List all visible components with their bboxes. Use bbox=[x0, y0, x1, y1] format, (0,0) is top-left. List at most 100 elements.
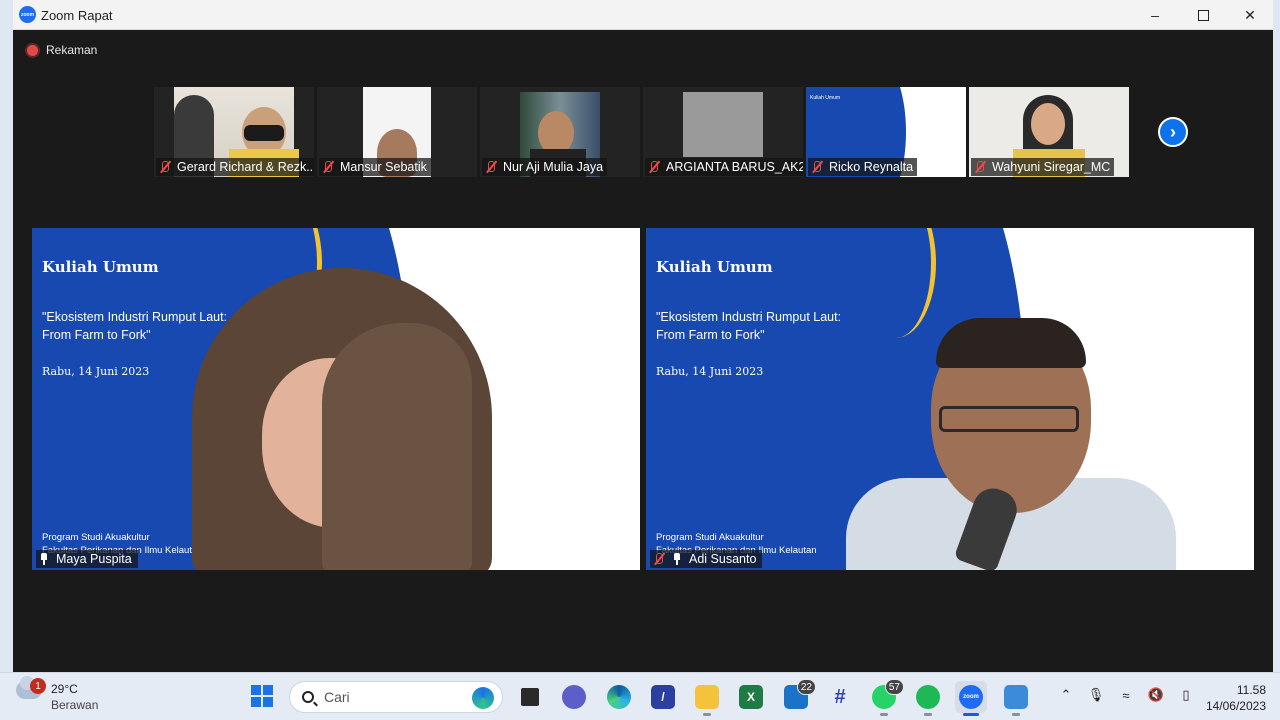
person-hair-side bbox=[322, 323, 472, 570]
mic-muted-icon bbox=[158, 160, 172, 174]
participant-thumbnail[interactable]: Gerard Richard & Rezk... bbox=[154, 87, 314, 177]
zoom-window: zoom Zoom Rapat – ✕ Rekaman Gerard Richa… bbox=[13, 0, 1273, 672]
running-indicator bbox=[963, 713, 979, 716]
slide-mini-title: Kuliah Umum bbox=[810, 95, 841, 101]
minimize-button[interactable]: – bbox=[1132, 0, 1178, 30]
participant-thumbnail[interactable]: ARGIANTA BARUS_AK20 bbox=[643, 87, 803, 177]
title-bar: zoom Zoom Rapat – ✕ bbox=[13, 0, 1273, 30]
running-indicator bbox=[880, 713, 888, 716]
participant-name: Adi Susanto bbox=[689, 552, 757, 566]
participant-name: Nur Aji Mulia Jaya bbox=[503, 160, 604, 174]
speaker-muted-icon[interactable]: 🔇 bbox=[1148, 687, 1164, 703]
start-button[interactable] bbox=[251, 685, 273, 707]
mic-muted-icon bbox=[647, 160, 661, 174]
mail-badge: 22 bbox=[796, 679, 816, 695]
photos-icon bbox=[1004, 685, 1028, 709]
mic-muted-icon bbox=[973, 160, 987, 174]
clock-time: 11.58 bbox=[1236, 683, 1266, 697]
whatsapp-badge: 57 bbox=[884, 679, 904, 695]
participant-thumbnail[interactable]: Wahyuni Siregar_MC bbox=[969, 87, 1129, 177]
participant-thumbnail[interactable]: Mansur Sebatik bbox=[317, 87, 477, 177]
participant-name-tag: ARGIANTA BARUS_AK20 bbox=[645, 158, 803, 176]
participant-name-tag: Wahyuni Siregar_MC bbox=[971, 158, 1115, 176]
microphone-icon[interactable]: 🎙 bbox=[1088, 687, 1105, 703]
pin-icon bbox=[671, 553, 683, 565]
search-icon bbox=[302, 691, 314, 703]
participant-name-tag: Maya Puspita bbox=[36, 550, 138, 568]
app-button[interactable]: / bbox=[647, 681, 679, 713]
edge-button[interactable] bbox=[603, 681, 635, 713]
chat-icon bbox=[562, 685, 586, 709]
window-title: Zoom Rapat bbox=[41, 8, 113, 23]
running-indicator bbox=[1012, 713, 1020, 716]
system-tray: ⌃ 🎙 ≈ 🔇 ▯ bbox=[1058, 687, 1194, 703]
participant-name: Gerard Richard & Rezk... bbox=[177, 160, 314, 174]
photos-button[interactable] bbox=[1000, 681, 1032, 716]
participant-name: Wahyuni Siregar_MC bbox=[992, 160, 1111, 174]
zoom-button[interactable]: zoom bbox=[955, 681, 987, 716]
pen-app-icon: / bbox=[651, 685, 675, 709]
whatsapp-button[interactable]: 57 bbox=[868, 679, 904, 716]
slide-subtitle: "Ekosistem Industri Rumput Laut: From Fa… bbox=[656, 310, 842, 342]
program-line: Program Studi Akuakultur bbox=[656, 532, 764, 543]
slide-title: Kuliah Umum bbox=[656, 258, 773, 276]
participant-name: Maya Puspita bbox=[56, 552, 132, 566]
participant-name-tag: Gerard Richard & Rezk... bbox=[156, 158, 314, 176]
edge-icon bbox=[607, 685, 631, 709]
mic-muted-icon bbox=[484, 160, 498, 174]
folder-icon bbox=[695, 685, 719, 709]
weather-description: Berawan bbox=[51, 698, 99, 712]
mic-muted-icon bbox=[321, 160, 335, 174]
zoom-icon: zoom bbox=[959, 685, 983, 709]
running-indicator bbox=[924, 713, 932, 716]
maximize-button[interactable] bbox=[1180, 0, 1226, 30]
spotify-icon bbox=[916, 685, 940, 709]
bing-icon[interactable] bbox=[472, 687, 494, 709]
main-video-tile[interactable]: Kuliah Umum "Ekosistem Industri Rumput L… bbox=[646, 228, 1254, 570]
close-button[interactable]: ✕ bbox=[1227, 0, 1273, 30]
main-video-tile[interactable]: Kuliah Umum "Ekosistem Industri Rumput L… bbox=[32, 228, 640, 570]
app-button[interactable]: # bbox=[824, 681, 856, 713]
taskbar-search[interactable]: Cari bbox=[289, 681, 503, 713]
participant-name-tag: Nur Aji Mulia Jaya bbox=[482, 158, 608, 176]
person-hair bbox=[936, 318, 1086, 368]
mic-muted-icon bbox=[652, 552, 666, 566]
chevron-up-icon[interactable]: ⌃ bbox=[1058, 687, 1074, 703]
face-mask bbox=[244, 125, 284, 141]
participant-thumbnail-strip: Gerard Richard & Rezk... Mansur Sebatik … bbox=[154, 87, 1134, 177]
recording-label: Rekaman bbox=[46, 43, 98, 57]
recording-indicator[interactable]: Rekaman bbox=[27, 43, 97, 57]
mic-muted-icon bbox=[810, 160, 824, 174]
participant-thumbnail[interactable]: Nur Aji Mulia Jaya bbox=[480, 87, 640, 177]
chevron-right-icon: › bbox=[1170, 121, 1176, 142]
notification-badge: 1 bbox=[30, 678, 46, 694]
participant-thumbnail[interactable]: Kuliah Umum Ricko Reynalta bbox=[806, 87, 966, 177]
task-view-button[interactable] bbox=[514, 681, 546, 713]
glasses-icon bbox=[939, 406, 1079, 432]
participant-name-tag: Ricko Reynalta bbox=[808, 158, 918, 176]
participant-name-tag: Mansur Sebatik bbox=[319, 158, 431, 176]
participant-name: Mansur Sebatik bbox=[340, 160, 427, 174]
teams-button[interactable] bbox=[558, 681, 590, 713]
slide-date: Rabu, 14 Juni 2023 bbox=[656, 365, 764, 378]
wifi-icon[interactable]: ≈ bbox=[1118, 687, 1134, 703]
excel-button[interactable]: X bbox=[735, 681, 767, 713]
spotify-button[interactable] bbox=[912, 681, 944, 716]
running-indicator bbox=[703, 713, 711, 716]
slide-title: Kuliah Umum bbox=[42, 258, 159, 276]
clock-date: 14/06/2023 bbox=[1205, 699, 1266, 713]
file-explorer-button[interactable] bbox=[691, 681, 723, 716]
program-line: Program Studi Akuakultur bbox=[42, 532, 150, 543]
battery-icon[interactable]: ▯ bbox=[1178, 687, 1194, 703]
maximize-icon bbox=[1197, 9, 1209, 21]
participant-name: ARGIANTA BARUS_AK20 bbox=[666, 160, 803, 174]
system-clock[interactable]: 11.58 14/06/2023 bbox=[1200, 682, 1266, 714]
desktop-background-left bbox=[0, 0, 13, 672]
next-page-button[interactable]: › bbox=[1158, 117, 1188, 147]
weather-temperature: 29°C bbox=[51, 682, 78, 696]
taskbar: 1 29°C Berawan Cari / X 22 # 57 zoom ⌃ 🎙… bbox=[0, 672, 1280, 720]
mail-button[interactable]: 22 bbox=[780, 679, 816, 713]
excel-icon: X bbox=[739, 685, 763, 709]
participant-name: Ricko Reynalta bbox=[829, 160, 914, 174]
zoom-app-icon: zoom bbox=[19, 6, 36, 23]
